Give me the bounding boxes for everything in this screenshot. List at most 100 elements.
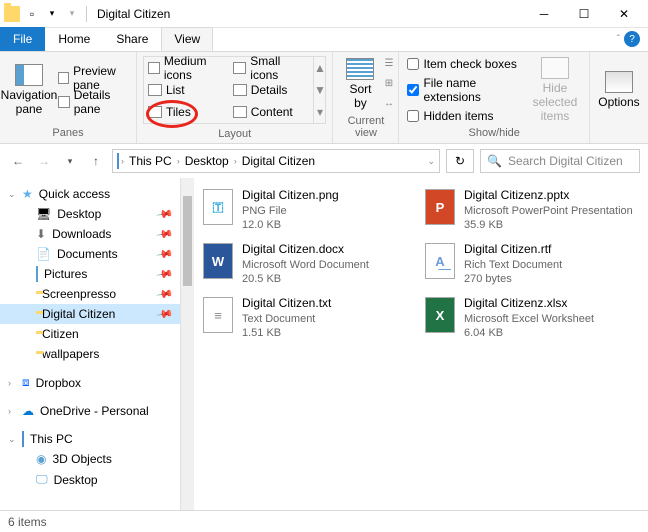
- forward-button[interactable]: →: [34, 154, 54, 168]
- chevron-right-icon[interactable]: ›: [177, 156, 180, 166]
- add-columns-icon[interactable]: ⊞: [385, 78, 393, 89]
- navigation-pane-icon: [15, 64, 43, 86]
- tab-share[interactable]: Share: [103, 27, 161, 51]
- sidebar-item-pictures[interactable]: Pictures 📌: [0, 264, 180, 284]
- ribbon: Navigation pane Preview pane Details pan…: [0, 52, 648, 144]
- titlebar: ▫ ▾ ▾ Digital Citizen ─ ☐ ✕: [0, 0, 648, 28]
- minimize-button[interactable]: ─: [524, 0, 564, 28]
- medium-icons-icon: [148, 62, 160, 74]
- close-button[interactable]: ✕: [604, 0, 644, 28]
- file-tile[interactable]: PDigital Citizenz.pptxMicrosoft PowerPoi…: [424, 188, 640, 232]
- details-pane-button[interactable]: Details pane: [54, 91, 132, 113]
- file-extensions-checkbox[interactable]: File name extensions: [403, 74, 525, 106]
- chevron-down-icon[interactable]: ⌄: [8, 434, 16, 445]
- file-tile[interactable]: 🇹Digital Citizen.pngPNG File12.0 KB: [202, 188, 418, 232]
- sidebar-item-citizen[interactable]: Citizen: [0, 324, 180, 344]
- nav-this-pc[interactable]: ⌄This PC: [0, 429, 180, 449]
- tiles-icon: [148, 106, 162, 118]
- file-tile[interactable]: WDigital Citizen.docxMicrosoft Word Docu…: [202, 242, 418, 286]
- content-button[interactable]: Content: [229, 101, 314, 123]
- pin-icon: 📌: [156, 205, 175, 224]
- folder-icon: 📄: [36, 247, 51, 261]
- panes-group-label: Panes: [4, 125, 132, 141]
- sidebar-item-digital-citizen[interactable]: Digital Citizen📌: [0, 304, 180, 324]
- nav-desktop[interactable]: 🖵Desktop: [0, 469, 180, 490]
- file-list[interactable]: 🇹Digital Citizen.pngPNG File12.0 KBPDigi…: [194, 178, 648, 510]
- sidebar-item-downloads[interactable]: ⬇Downloads📌: [0, 224, 180, 244]
- sidebar-item-wallpapers[interactable]: wallpapers: [0, 344, 180, 364]
- properties-icon[interactable]: ▫: [24, 6, 40, 22]
- qat-dropdown-icon[interactable]: ▾: [44, 6, 60, 22]
- item-check-boxes-checkbox[interactable]: Item check boxes: [403, 55, 525, 73]
- sidebar-item-label: Screenpresso: [42, 287, 116, 301]
- qat-overflow-icon[interactable]: ▾: [64, 6, 80, 22]
- chevron-down-icon[interactable]: ⌄: [8, 189, 16, 200]
- up-button[interactable]: ↑: [86, 154, 106, 168]
- options-button[interactable]: Options: [594, 54, 644, 125]
- pin-icon: 📌: [156, 245, 175, 264]
- file-tile[interactable]: A͟Digital Citizen.rtfRich Text Document2…: [424, 242, 640, 286]
- nav-onedrive[interactable]: ›☁OneDrive - Personal: [0, 401, 180, 421]
- nav-dropbox[interactable]: ›⧈Dropbox: [0, 372, 180, 393]
- chevron-right-icon[interactable]: ›: [8, 378, 11, 388]
- sidebar-item-label: Pictures: [44, 267, 87, 281]
- size-columns-icon[interactable]: ↔: [384, 98, 394, 109]
- crumb-desktop[interactable]: Desktop: [182, 154, 232, 168]
- breadcrumb-dropdown-icon[interactable]: ⌄: [427, 156, 435, 167]
- file-size: 270 bytes: [464, 272, 562, 286]
- tab-view[interactable]: View: [161, 27, 213, 51]
- preview-pane-button[interactable]: Preview pane: [54, 67, 132, 89]
- chevron-right-icon[interactable]: ›: [234, 156, 237, 166]
- navigation-pane[interactable]: ⌄★Quick access 🖥Desktop📌⬇Downloads📌📄Docu…: [0, 178, 180, 510]
- list-button[interactable]: List: [144, 79, 229, 101]
- nav-3d-objects[interactable]: ◉3D Objects: [0, 449, 180, 469]
- layout-expand-icon[interactable]: ▾: [317, 105, 323, 119]
- sort-by-button[interactable]: Sort by: [337, 54, 383, 113]
- small-icons-button[interactable]: Small icons: [229, 57, 314, 79]
- options-icon: [605, 71, 633, 93]
- details-pane-icon: [58, 96, 70, 108]
- chevron-right-icon[interactable]: ›: [121, 156, 124, 166]
- file-tile[interactable]: XDigital Citizenz.xlsxMicrosoft Excel Wo…: [424, 296, 640, 340]
- hidden-items-checkbox[interactable]: Hidden items: [403, 107, 525, 125]
- search-box[interactable]: 🔍 Search Digital Citizen: [480, 149, 640, 173]
- file-tile[interactable]: ≡Digital Citizen.txtText Document1.51 KB: [202, 296, 418, 340]
- nav-scrollbar[interactable]: [180, 178, 194, 510]
- sidebar-item-documents[interactable]: 📄Documents📌: [0, 244, 180, 264]
- crumb-thispc[interactable]: This PC: [126, 154, 175, 168]
- crumb-current[interactable]: Digital Citizen: [239, 154, 318, 168]
- tab-file[interactable]: File: [0, 27, 45, 51]
- help-icon[interactable]: ?: [624, 31, 640, 47]
- recent-dropdown[interactable]: ▾: [60, 156, 80, 167]
- sidebar-item-screenpresso[interactable]: Screenpresso📌: [0, 284, 180, 304]
- refresh-button[interactable]: ↻: [446, 149, 474, 173]
- file-size: 6.04 KB: [464, 326, 594, 340]
- star-icon: ★: [22, 187, 33, 201]
- tab-home[interactable]: Home: [45, 27, 103, 51]
- details-view-button[interactable]: Details: [229, 79, 314, 101]
- group-by-icon[interactable]: ☰: [384, 58, 393, 69]
- layout-scroll-down-icon[interactable]: ▼: [314, 83, 326, 97]
- desktop-icon: 🖵: [36, 472, 48, 487]
- pin-icon: 📌: [156, 265, 175, 284]
- layout-scroll-up-icon[interactable]: ▲: [314, 61, 326, 75]
- sidebar-item-label: Desktop: [57, 207, 101, 221]
- file-type: Microsoft Excel Worksheet: [464, 312, 594, 326]
- nav-quick-access[interactable]: ⌄★Quick access: [0, 184, 180, 204]
- collapse-ribbon-icon[interactable]: ˆ: [617, 34, 620, 45]
- sort-icon: [346, 58, 374, 80]
- breadcrumb[interactable]: › This PC › Desktop › Digital Citizen ⌄: [112, 149, 440, 173]
- chevron-right-icon[interactable]: ›: [8, 406, 11, 416]
- current-view-group-label: Current view: [337, 113, 394, 141]
- file-name: Digital Citizenz.xlsx: [464, 296, 594, 312]
- navigation-pane-button[interactable]: Navigation pane: [4, 54, 54, 125]
- maximize-button[interactable]: ☐: [564, 0, 604, 28]
- file-name: Digital Citizenz.pptx: [464, 188, 633, 204]
- file-size: 20.5 KB: [242, 272, 369, 286]
- back-button[interactable]: ←: [8, 154, 28, 168]
- hide-selected-button[interactable]: Hide selected items: [525, 54, 585, 125]
- tiles-button[interactable]: Tiles: [144, 101, 229, 123]
- sidebar-item-desktop[interactable]: 🖥Desktop📌: [0, 204, 180, 224]
- txt-icon: ≡: [202, 296, 234, 334]
- medium-icons-button[interactable]: Medium icons: [144, 57, 229, 79]
